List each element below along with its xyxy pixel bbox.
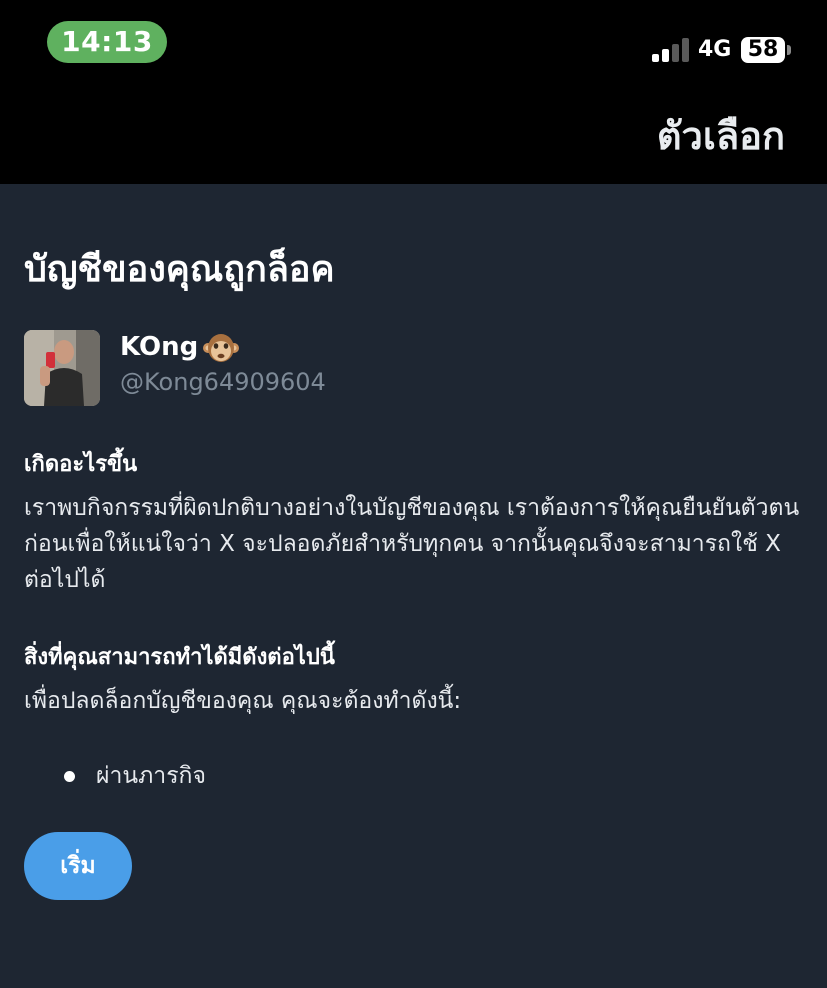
account-handle: @Kong64909604: [120, 368, 326, 396]
status-time: 14:13: [47, 21, 167, 63]
signal-bar: [652, 54, 659, 62]
list-item: ผ่านภารกิจ: [96, 763, 206, 789]
network-type: 4G: [698, 37, 732, 62]
display-name: KOng: [120, 332, 199, 362]
battery-tip: [787, 45, 791, 55]
options-button[interactable]: ตัวเลือก: [657, 111, 785, 161]
list-bullet: [64, 771, 75, 782]
status-bar: 14:13 4G 58: [0, 0, 827, 90]
battery-level: 58: [747, 37, 779, 62]
what-you-can-do-heading: สิ่งที่คุณสามารถทำได้มีดังต่อไปนี้: [24, 645, 335, 670]
what-you-can-do-text: เพื่อปลดล็อกบัญชีของคุณ คุณจะต้องทำดังนี…: [24, 688, 462, 714]
signal-bar: [672, 44, 679, 62]
what-happened-heading: เกิดอะไรขึ้น: [24, 452, 138, 477]
avatar-photo: [24, 330, 100, 406]
page-title: บัญชีของคุณถูกล็อค: [24, 249, 335, 290]
signal-bar: [662, 49, 669, 62]
what-happened-text: เราพบกิจกรรมที่ผิดปกติบางอย่างในบัญชีของ…: [24, 495, 800, 593]
start-button[interactable]: เริ่ม: [24, 832, 132, 900]
signal-bar: [682, 38, 689, 62]
signal-strength-icon: [652, 38, 692, 62]
nav-bar: ตัวเลือก: [0, 90, 827, 184]
monkey-face-icon: [203, 334, 239, 362]
battery-icon: 58: [741, 37, 785, 63]
avatar: [24, 330, 100, 406]
